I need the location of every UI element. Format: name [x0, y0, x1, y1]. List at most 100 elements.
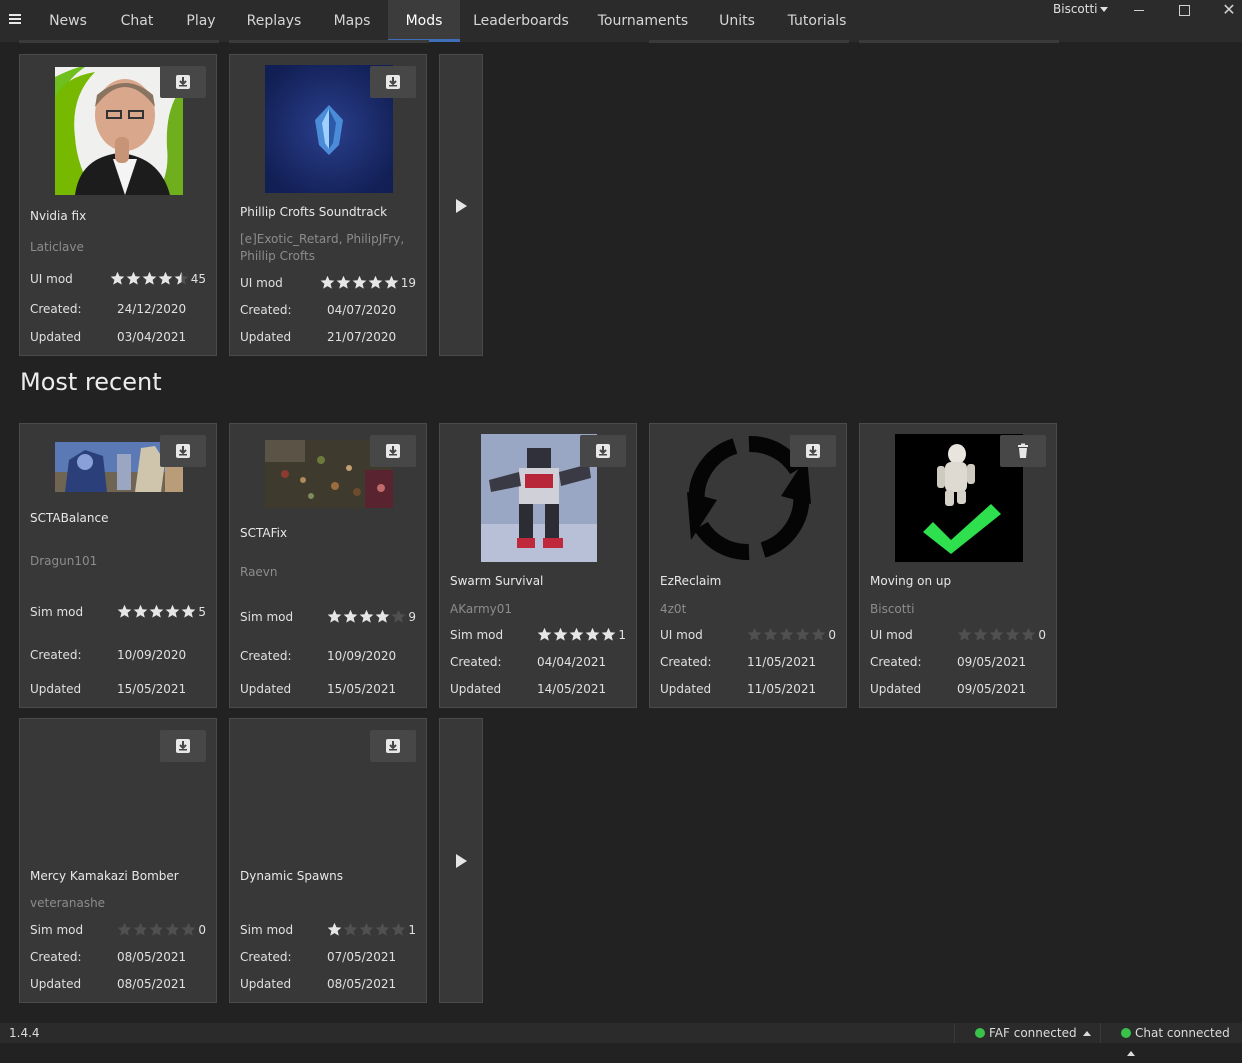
scrolled-card-edge	[649, 40, 849, 43]
updated-date: 08/05/2021	[327, 977, 397, 991]
created-label: Created:	[30, 648, 82, 662]
mod-card[interactable]: SCTAFix Raevn Sim mod 9 Created: 10/09/2…	[229, 423, 427, 708]
star-icon	[110, 271, 125, 285]
tab-play[interactable]: Play	[174, 0, 228, 42]
tab-tutorials[interactable]: Tutorials	[780, 0, 854, 42]
play-arrow-icon	[456, 854, 467, 868]
next-page-button[interactable]	[439, 54, 483, 356]
mod-name[interactable]: EzReclaim	[660, 574, 721, 588]
chat-connection-status[interactable]: Chat connected	[1100, 1023, 1242, 1056]
star-icon	[391, 922, 406, 936]
mod-author: [e]Exotic_Retard, PhilipJFry, Phillip Cr…	[240, 232, 405, 263]
mod-name[interactable]: Swarm Survival	[450, 574, 543, 588]
mod-author: veteranashe	[30, 896, 106, 910]
updated-date: 03/04/2021	[117, 330, 187, 344]
mod-type: Sim mod	[240, 610, 294, 624]
mod-name[interactable]: Mercy Kamakazi Bomber	[30, 869, 179, 883]
download-button[interactable]	[580, 435, 626, 467]
mod-author: Raevn	[240, 565, 278, 579]
tab-maps[interactable]: Maps	[318, 0, 386, 42]
mod-name[interactable]: Dynamic Spawns	[240, 869, 343, 883]
download-button[interactable]	[160, 435, 206, 467]
star-icon	[133, 922, 148, 936]
star-icon	[375, 609, 390, 623]
chevron-down-icon[interactable]	[1100, 7, 1108, 12]
mod-card[interactable]: Phillip Crofts Soundtrack [e]Exotic_Reta…	[229, 54, 427, 356]
updated-date: 15/05/2021	[117, 682, 187, 696]
mod-name[interactable]: Moving on up	[870, 574, 951, 588]
mod-card[interactable]: Nvidia fix Laticlave UI mod 45 Created: …	[19, 54, 217, 356]
close-icon[interactable]: ✕	[1208, 0, 1242, 22]
download-icon	[386, 75, 400, 89]
download-button[interactable]	[790, 435, 836, 467]
mod-card[interactable]: SCTABalance Dragun101 Sim mod 5 Created:…	[19, 423, 217, 708]
star-icon	[320, 275, 335, 289]
star-icon	[989, 627, 1004, 641]
scrolled-card-edge	[859, 40, 1059, 43]
tab-leaderboards[interactable]: Leaderboards	[468, 0, 574, 42]
mod-card[interactable]: Swarm Survival AKarmy01 Sim mod 1 Create…	[439, 423, 637, 708]
rating-stars	[327, 609, 407, 625]
download-button[interactable]	[370, 435, 416, 467]
tab-chat[interactable]: Chat	[108, 0, 166, 42]
download-button[interactable]	[160, 66, 206, 98]
mod-card[interactable]: EzReclaim 4z0t UI mod 0 Created: 11/05/2…	[649, 423, 847, 708]
updated-date: 14/05/2021	[537, 682, 607, 696]
tab-tournaments[interactable]: Tournaments	[590, 0, 696, 42]
minimize-icon[interactable]	[1118, 0, 1160, 22]
star-icon	[142, 271, 157, 285]
updated-date: 21/07/2020	[327, 330, 397, 344]
mod-name[interactable]: Phillip Crofts Soundtrack	[240, 205, 387, 219]
delete-button[interactable]	[1000, 435, 1046, 467]
created-date: 11/05/2021	[747, 655, 817, 669]
play-arrow-icon	[456, 199, 467, 213]
rating-count: 9	[408, 610, 416, 624]
rating-stars	[110, 271, 190, 287]
updated-date: 11/05/2021	[747, 682, 817, 696]
download-button[interactable]	[370, 730, 416, 762]
hamburger-menu-icon[interactable]	[9, 14, 21, 24]
mod-type: UI mod	[660, 628, 703, 642]
star-icon	[585, 627, 600, 641]
mod-name[interactable]: Nvidia fix	[30, 209, 86, 223]
download-icon	[386, 739, 400, 753]
star-icon	[368, 275, 383, 289]
tab-units[interactable]: Units	[710, 0, 764, 42]
star-icon	[359, 609, 374, 623]
mod-card[interactable]: Dynamic Spawns Sim mod 1 Created: 07/05/…	[229, 718, 427, 1003]
mod-card[interactable]: Moving on up Biscotti UI mod 0 Created: …	[859, 423, 1057, 708]
created-date: 04/04/2021	[537, 655, 607, 669]
chat-status-text: Chat connected	[1135, 1026, 1230, 1040]
faf-connection-status[interactable]: FAF connected	[954, 1023, 1099, 1043]
star-icon	[569, 627, 584, 641]
tab-news[interactable]: News	[38, 0, 98, 42]
tab-mods[interactable]: Mods	[388, 0, 460, 42]
created-label: Created:	[660, 655, 712, 669]
mod-type: Sim mod	[30, 923, 84, 937]
star-icon	[747, 627, 762, 641]
mod-type: Sim mod	[240, 923, 294, 937]
star-icon	[957, 627, 972, 641]
mod-name[interactable]: SCTAFix	[240, 526, 287, 540]
download-button[interactable]	[370, 66, 416, 98]
mod-name[interactable]: SCTABalance	[30, 511, 108, 525]
next-page-button[interactable]	[439, 718, 483, 1003]
mod-type: Sim mod	[30, 605, 84, 619]
star-icon	[343, 609, 358, 623]
star-icon	[343, 922, 358, 936]
chevron-up-icon	[1082, 1031, 1091, 1036]
download-button[interactable]	[160, 730, 206, 762]
tab-replays[interactable]: Replays	[238, 0, 310, 42]
mod-card[interactable]: Mercy Kamakazi Bomber veteranashe Sim mo…	[19, 718, 217, 1003]
trash-icon	[1018, 443, 1028, 458]
maximize-icon[interactable]	[1163, 0, 1205, 22]
created-label: Created:	[240, 649, 292, 663]
chevron-up-icon	[1127, 1051, 1135, 1056]
mod-author: Biscotti	[870, 602, 915, 616]
star-icon	[1005, 627, 1020, 641]
star-icon	[165, 922, 180, 936]
created-label: Created:	[30, 950, 82, 964]
user-menu[interactable]: Biscotti	[1053, 2, 1098, 16]
created-date: 08/05/2021	[117, 950, 187, 964]
created-label: Created:	[870, 655, 922, 669]
